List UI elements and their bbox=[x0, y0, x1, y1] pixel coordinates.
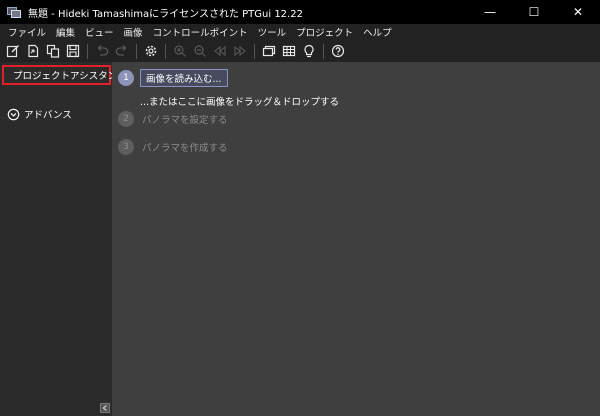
toolbar-separator bbox=[136, 43, 137, 59]
toolbar-separator bbox=[323, 43, 324, 59]
menu-edit[interactable]: 編集 bbox=[51, 25, 80, 39]
fast-forward-icon bbox=[234, 45, 246, 57]
settings-button[interactable] bbox=[141, 41, 161, 61]
rewind-icon bbox=[214, 45, 226, 57]
table-button[interactable] bbox=[279, 41, 299, 61]
maximize-button[interactable]: ☐ bbox=[512, 0, 556, 24]
drag-drop-hint: ...またはここに画像をドラッグ＆ドロップする bbox=[140, 97, 340, 108]
window-controls: — ☐ ✕ bbox=[468, 0, 600, 24]
sidebar-item-label: アドバンス bbox=[24, 110, 72, 121]
menu-project[interactable]: プロジェクト bbox=[291, 25, 358, 39]
save-button[interactable] bbox=[63, 41, 83, 61]
copy-icon bbox=[46, 44, 60, 58]
step-number: 2 bbox=[118, 111, 134, 127]
app-icon bbox=[7, 6, 21, 18]
collapse-arrow-icon bbox=[102, 405, 107, 411]
zoom-out-icon bbox=[194, 45, 206, 57]
zoom-in-button[interactable] bbox=[170, 41, 190, 61]
help-icon bbox=[331, 44, 345, 58]
sidebar-item-advanced[interactable]: アドバンス bbox=[2, 104, 72, 124]
step-number: 1 bbox=[118, 70, 134, 86]
tips-button[interactable] bbox=[299, 41, 319, 61]
step-setup-panorama: 2 パノラマを設定する bbox=[118, 111, 228, 127]
load-images-button[interactable]: 画像を読み込む... bbox=[140, 69, 228, 87]
undo-button[interactable] bbox=[92, 41, 112, 61]
copy-button[interactable] bbox=[43, 41, 63, 61]
next-button[interactable] bbox=[230, 41, 250, 61]
open-file-icon bbox=[28, 44, 39, 58]
toolbar-separator bbox=[254, 43, 255, 59]
grid-icon bbox=[282, 45, 296, 57]
step-label: パノラマを作成する bbox=[142, 143, 228, 154]
previous-button[interactable] bbox=[210, 41, 230, 61]
close-button[interactable]: ✕ bbox=[556, 0, 600, 24]
chevron-circle-down-icon bbox=[7, 108, 20, 120]
menu-bar: ファイル 編集 ビュー 画像 コントロールポイント ツール プロジェクト ヘルプ bbox=[0, 24, 600, 40]
window-title: 無題 - Hideki Tamashimaにライセンスされた PTGui 12.… bbox=[28, 8, 303, 20]
panorama-editor-button[interactable] bbox=[259, 41, 279, 61]
toolbar-separator bbox=[165, 43, 166, 59]
step-label: パノラマを設定する bbox=[142, 115, 228, 126]
collapse-sidebar-button[interactable] bbox=[100, 403, 110, 413]
step-load-images: 1 画像を読み込む... bbox=[118, 69, 228, 87]
panorama-editor-icon bbox=[262, 45, 276, 57]
lightbulb-icon bbox=[304, 44, 314, 58]
redo-icon bbox=[115, 45, 127, 56]
menu-file[interactable]: ファイル bbox=[3, 25, 51, 39]
new-project-icon bbox=[6, 45, 19, 58]
step-create-panorama: 3 パノラマを作成する bbox=[118, 139, 228, 155]
menu-images[interactable]: 画像 bbox=[119, 25, 148, 39]
help-button[interactable] bbox=[328, 41, 348, 61]
menu-tools[interactable]: ツール bbox=[253, 25, 292, 39]
zoom-out-button[interactable] bbox=[190, 41, 210, 61]
redo-button[interactable] bbox=[112, 41, 132, 61]
gear-icon bbox=[145, 45, 157, 57]
undo-icon bbox=[97, 45, 109, 56]
sidebar: プロジェクトアシスタント アドバンス bbox=[0, 62, 127, 416]
step-number: 3 bbox=[118, 139, 134, 155]
minimize-button[interactable]: — bbox=[468, 0, 512, 24]
menu-help[interactable]: ヘルプ bbox=[358, 25, 397, 39]
sidebar-item-project-assistant[interactable]: プロジェクトアシスタント bbox=[2, 65, 127, 85]
toolbar bbox=[0, 40, 600, 62]
menu-control-points[interactable]: コントロールポイント bbox=[148, 25, 253, 39]
new-project-button[interactable] bbox=[3, 41, 23, 61]
toolbar-separator bbox=[87, 43, 88, 59]
main-area: 1 画像を読み込む... ...またはここに画像をドラッグ＆ドロップする 2 パ… bbox=[112, 62, 600, 416]
open-project-button[interactable] bbox=[23, 41, 43, 61]
sidebar-item-label: プロジェクトアシスタント bbox=[13, 71, 127, 82]
menu-view[interactable]: ビュー bbox=[80, 25, 119, 39]
zoom-in-icon bbox=[174, 45, 186, 57]
title-bar: 無題 - Hideki Tamashimaにライセンスされた PTGui 12.… bbox=[0, 0, 600, 24]
save-icon bbox=[66, 44, 80, 58]
